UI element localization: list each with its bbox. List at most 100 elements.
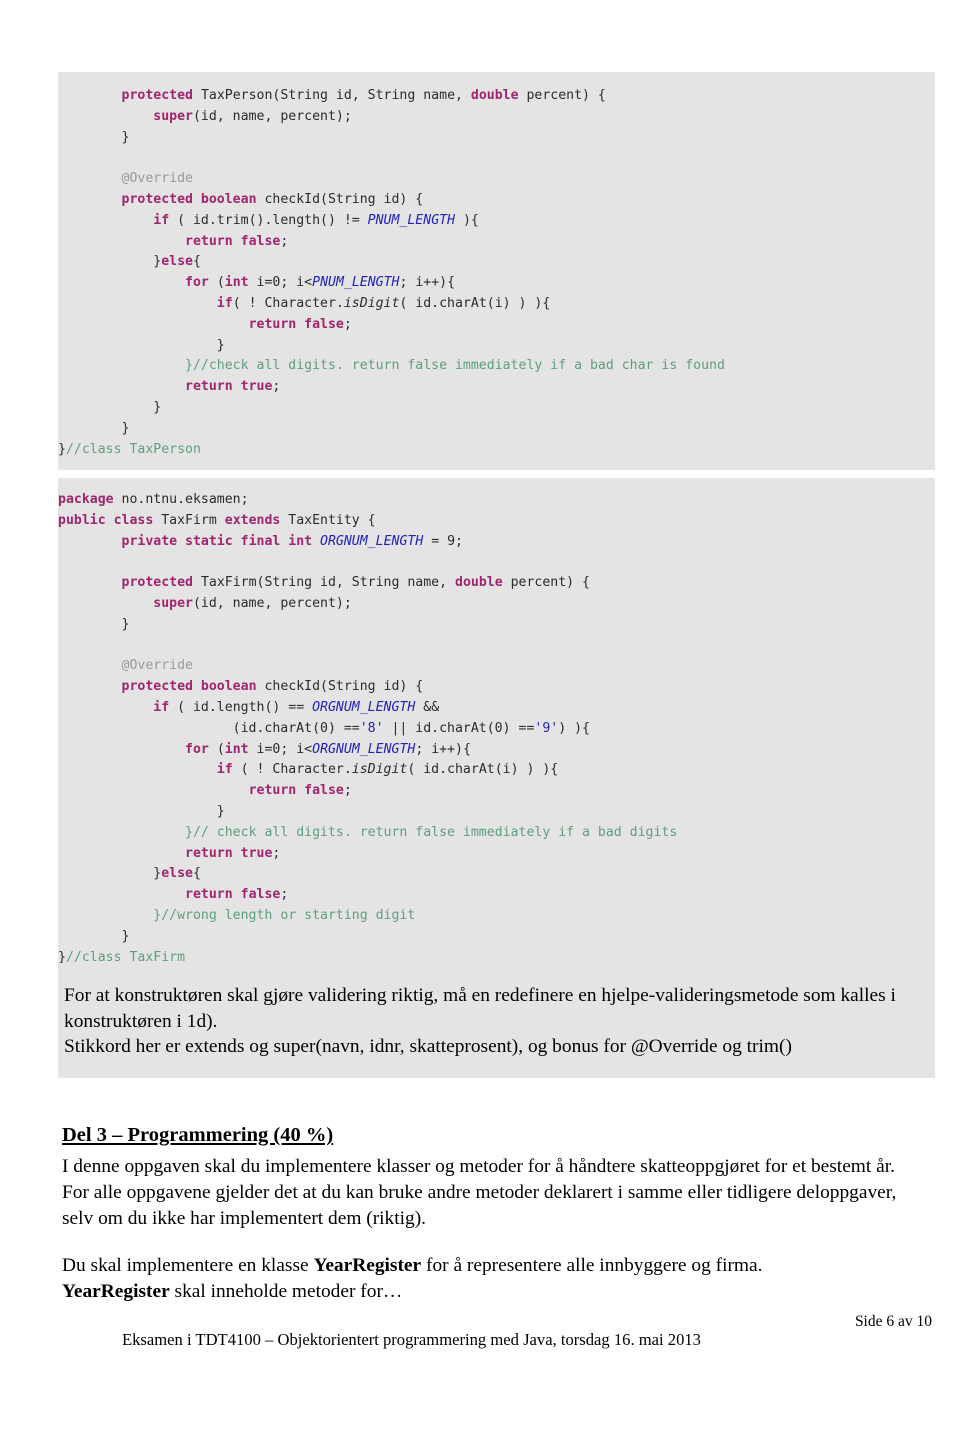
code-token-pln: ; i++){	[415, 741, 471, 757]
code-token-lit: '8'	[359, 720, 384, 736]
code-token-kw: if	[153, 699, 170, 715]
code-token-pln	[58, 825, 185, 840]
code-token-kw: int	[224, 741, 249, 757]
code-token-pln	[58, 783, 249, 798]
code-token-kw: for	[185, 275, 209, 291]
yearregister-class-name: YearRegister	[313, 1255, 422, 1276]
code-token-pln: ( id.trim().length() !=	[169, 212, 368, 228]
code-line: }	[58, 336, 935, 357]
code-token-pln	[58, 192, 122, 207]
code-line: for (int i=0; i<PNUM_LENGTH; i++){	[58, 273, 935, 294]
code-token-pln: (	[208, 275, 225, 291]
code-token-kw: super	[153, 595, 193, 611]
code-token-pln: ;	[272, 845, 281, 861]
code-token-kw: return false	[248, 783, 344, 799]
code-token-pln	[58, 742, 185, 757]
code-token-pln: TaxEntity {	[280, 512, 376, 528]
code-line: package no.ntnu.eksamen;	[58, 490, 935, 511]
code-token-pln	[58, 596, 153, 611]
code-token-kw: return false	[185, 887, 281, 903]
code-token-pln	[58, 275, 185, 290]
code-token-pln	[58, 213, 153, 228]
code-token-pln: ){	[455, 212, 479, 228]
code-token-pln	[312, 534, 320, 549]
code-line: return false;	[58, 315, 935, 336]
code-token-pln	[58, 171, 122, 186]
code-token-cst: PNUM_LENGTH	[312, 275, 400, 291]
code-token-kw: double	[455, 575, 503, 591]
code-token-pln: = 9;	[423, 533, 463, 549]
exam-page: protected TaxPerson(String id, String na…	[0, 0, 960, 1445]
code-token-pln: TaxFirm(String id, String name,	[193, 575, 456, 591]
code-line: }	[58, 128, 935, 149]
code-token-kw: protected boolean	[121, 679, 257, 695]
code-token-pln: TaxPerson(String id, String name,	[193, 88, 471, 103]
code-line: }//class TaxPerson	[58, 440, 935, 461]
code-token-kw: return true	[185, 845, 273, 861]
code-token-pln: no.ntnu.eksamen;	[113, 492, 249, 507]
code-token-pln	[58, 762, 217, 777]
solution-note-paragraph-2: Stikkord her er extends og super(navn, i…	[64, 1036, 792, 1058]
code-token-kw: return false	[248, 316, 344, 332]
code-token-cst: ORGNUM_LENGTH	[312, 699, 416, 715]
code-token-cst: ORGNUM_LENGTH	[312, 741, 416, 757]
part3-intro-paragraph: I denne oppgaven skal du implementere kl…	[62, 1156, 897, 1229]
code-line: for (int i=0; i<ORGNUM_LENGTH; i++){	[58, 740, 935, 761]
yearregister-paragraph: Du skal implementere en klasse YearRegis…	[62, 1253, 924, 1305]
code-token-pln: ;	[280, 233, 289, 249]
code-line: super(id, name, percent);	[58, 107, 935, 128]
code-line: return true;	[58, 377, 935, 398]
code-line: return false;	[58, 781, 935, 802]
code-line: }// check all digits. return false immed…	[58, 823, 935, 844]
code-token-pln: ;	[272, 379, 281, 395]
code-token-kw: if	[216, 762, 233, 778]
page-title: Del 3 – Programmering (40 %)	[62, 1124, 334, 1146]
code-line: return false;	[58, 885, 935, 906]
code-token-pln: ( id.length() ==	[169, 699, 313, 715]
code-token-pln	[58, 658, 122, 673]
code-token-kw: for	[185, 741, 209, 757]
code-token-pln	[58, 234, 185, 249]
code-block-taxfirm: package no.ntnu.eksamen; public class Tax…	[58, 478, 935, 977]
code-token-pln	[58, 358, 185, 373]
code-token-kw: if	[216, 295, 233, 311]
code-token-pln: checkId(String id) {	[256, 679, 424, 695]
code-line: }//check all digits. return false immedi…	[58, 356, 935, 377]
code-token-cst: PNUM_LENGTH	[367, 212, 456, 228]
code-token-pln: (	[208, 741, 225, 757]
code-line: }//wrong length or starting digit	[58, 906, 935, 927]
code-token-pln: ( ! Character.	[232, 762, 352, 778]
code-token-pln: {	[192, 866, 201, 882]
code-token-pln: || id.charAt(0) ==	[383, 720, 535, 736]
code-token-pln	[58, 317, 249, 332]
code-token-kw: else	[161, 866, 193, 882]
code-token-pln: TaxFirm	[153, 512, 225, 528]
yearregister-line1-post: for å representere alle innbyggere og fi…	[421, 1255, 763, 1276]
code-token-pln	[58, 887, 185, 902]
code-token-pln: }	[58, 129, 130, 145]
code-line: if( ! Character.isDigit( id.charAt(i) ) …	[58, 294, 935, 315]
code-token-pln: ;	[280, 887, 289, 903]
code-token-pln: ( id.charAt(i) ) ){	[407, 762, 559, 778]
code-token-kw: protected	[121, 575, 193, 591]
code-token-pln: (id.charAt(0) ==	[58, 720, 360, 736]
code-token-kw: else	[161, 254, 193, 270]
code-line: }	[58, 615, 935, 636]
code-token-pln	[58, 575, 122, 590]
code-token-pln	[58, 296, 217, 311]
code-line: if ( ! Character.isDigit( id.charAt(i) )…	[58, 760, 935, 781]
code-line: public class TaxFirm extends TaxEntity {	[58, 511, 935, 532]
code-token-pln: ( ! Character.	[232, 295, 344, 311]
code-token-mth: isDigit	[343, 295, 400, 311]
code-token-kw: int	[224, 275, 249, 291]
code-line: if ( id.trim().length() != PNUM_LENGTH )…	[58, 211, 935, 232]
code-token-pln: i=0; i<	[248, 741, 313, 757]
code-token-pln	[58, 908, 153, 923]
code-token-pln: }	[58, 420, 130, 436]
code-line: return true;	[58, 844, 935, 865]
code-token-pln: percent) {	[518, 88, 606, 103]
code-line: @Override	[58, 656, 935, 677]
code-token-pln: }	[58, 928, 130, 944]
code-token-pln: (id, name, percent);	[192, 595, 352, 611]
